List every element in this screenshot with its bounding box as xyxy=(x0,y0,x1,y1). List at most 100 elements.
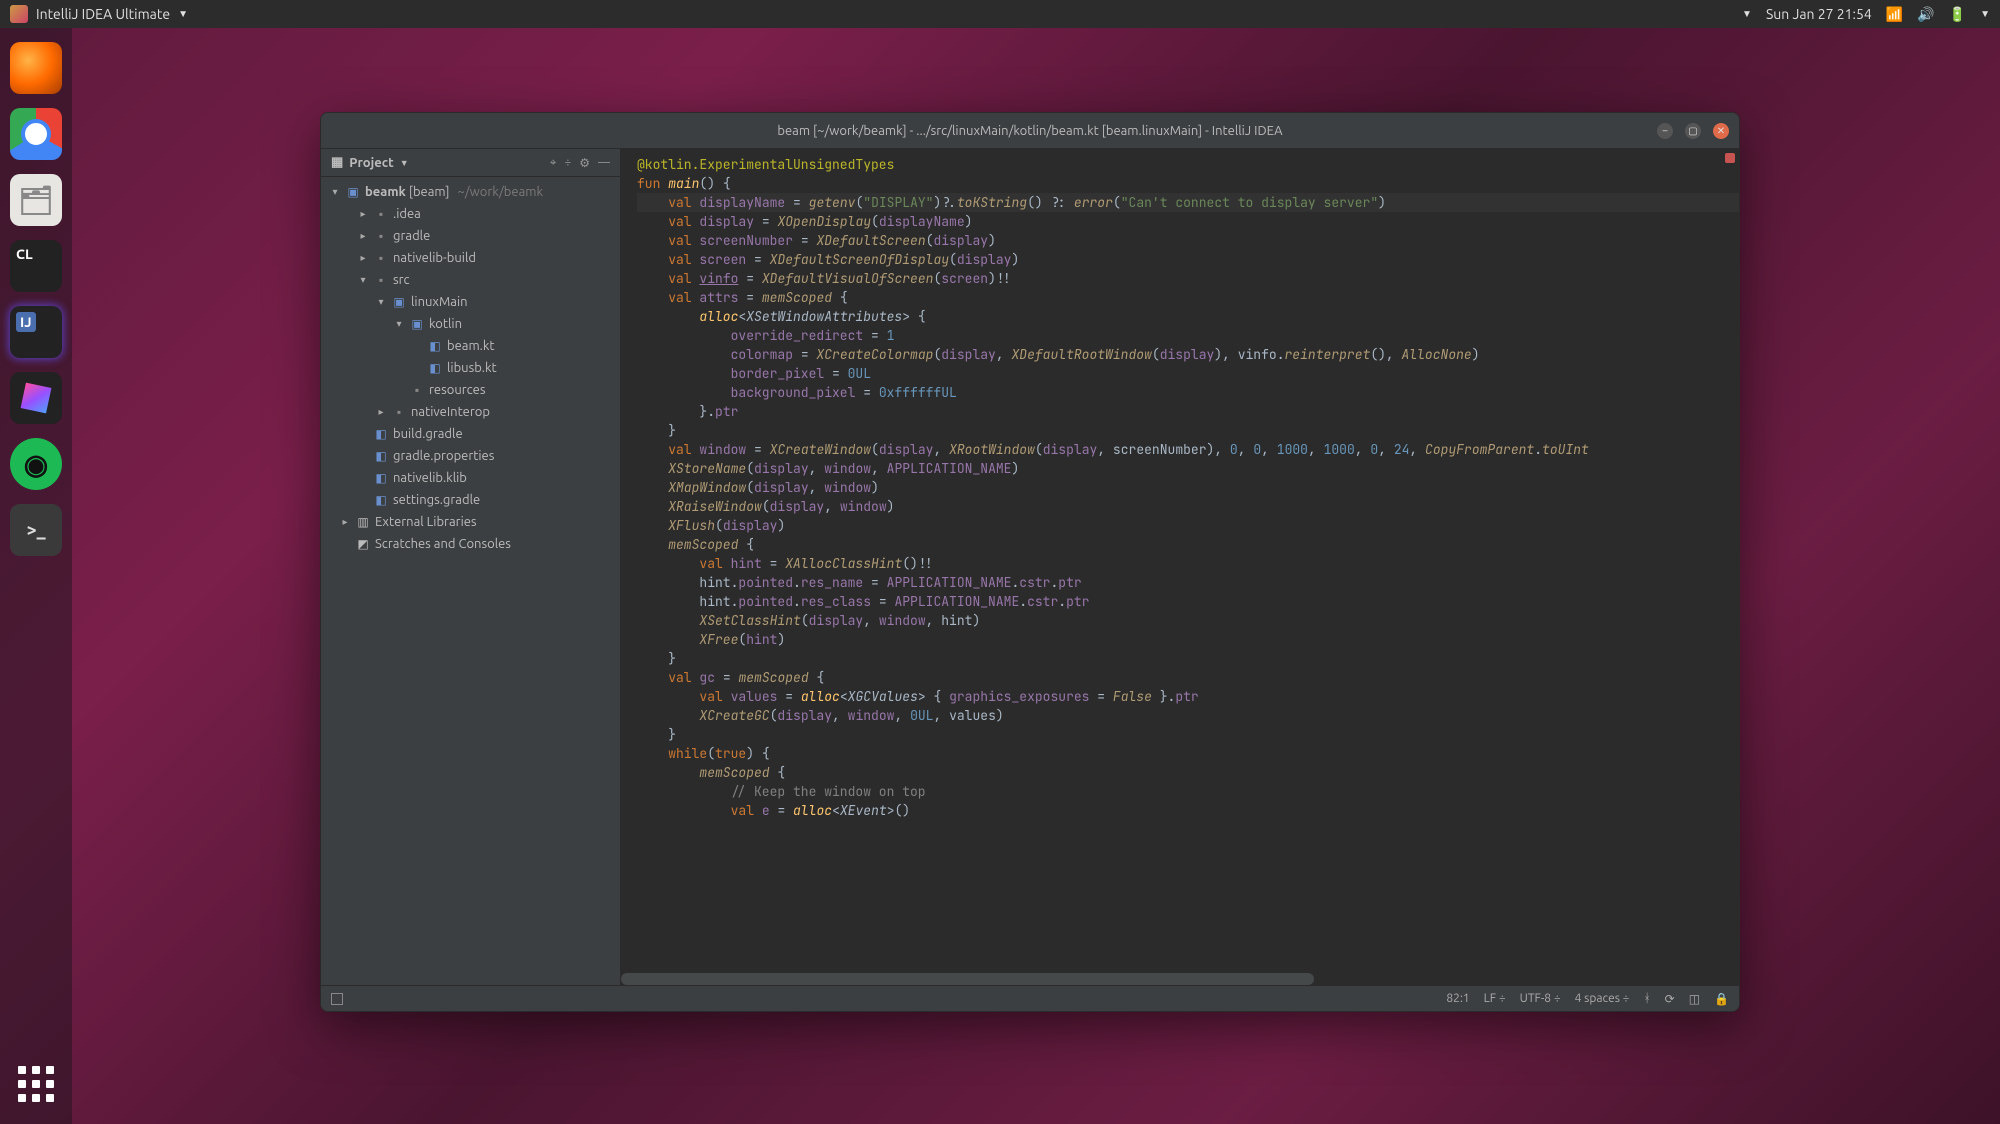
tree-root[interactable]: ▾ ▣ beamk [beam] ~/work/beamk xyxy=(321,181,620,203)
tree-node[interactable]: ◧libusb.kt xyxy=(321,357,620,379)
window-titlebar[interactable]: beam [~/work/beamk] - .../src/linuxMain/… xyxy=(321,113,1739,149)
code-line[interactable]: val display = XOpenDisplay(displayName) xyxy=(637,212,1739,231)
tree-node[interactable]: ▸▥External Libraries xyxy=(321,511,620,533)
volume-icon[interactable]: 🔊 xyxy=(1917,6,1934,23)
dock-clion-icon[interactable] xyxy=(10,240,62,292)
chevron-icon[interactable]: ▸ xyxy=(339,516,351,528)
collapse-icon[interactable]: ÷ xyxy=(565,156,572,170)
tree-node[interactable]: ◩Scratches and Consoles xyxy=(321,533,620,555)
maximize-button[interactable]: ▢ xyxy=(1685,123,1701,139)
chevron-down-icon[interactable]: ▼ xyxy=(400,158,409,168)
minimize-button[interactable]: – xyxy=(1657,123,1673,139)
tree-node[interactable]: ▾▣linuxMain xyxy=(321,291,620,313)
code-line[interactable]: XRaiseWindow(display, window) xyxy=(637,497,1739,516)
code-line[interactable]: memScoped { xyxy=(637,535,1739,554)
chevron-icon[interactable]: ▸ xyxy=(375,406,387,418)
chevron-icon[interactable]: ▸ xyxy=(357,230,369,242)
code-line[interactable]: val vinfo = XDefaultVisualOfScreen(scree… xyxy=(637,269,1739,288)
code-line[interactable]: memScoped { xyxy=(637,763,1739,782)
chevron-icon[interactable]: ▸ xyxy=(357,208,369,220)
inspections-icon[interactable]: ◫ xyxy=(1689,992,1700,1006)
dock-chrome-icon[interactable] xyxy=(10,108,62,160)
code-line[interactable]: val values = alloc<XGCValues> { graphics… xyxy=(637,687,1739,706)
tree-node[interactable]: ◧build.gradle xyxy=(321,423,620,445)
lock-icon[interactable]: 🔒 xyxy=(1714,992,1729,1006)
chevron-icon[interactable]: ▾ xyxy=(357,274,369,286)
caret-position[interactable]: 82:1 xyxy=(1446,992,1469,1005)
git-icon[interactable]: ᚼ xyxy=(1643,992,1650,1005)
code-line[interactable]: val e = alloc<XEvent>() xyxy=(637,801,1739,820)
clock-label[interactable]: Sun Jan 27 21:54 xyxy=(1766,6,1872,22)
code-line[interactable]: XCreateGC(display, window, 0UL, values) xyxy=(637,706,1739,725)
code-editor[interactable]: @kotlin.ExperimentalUnsignedTypesfun mai… xyxy=(621,149,1739,985)
dock-spotify-icon[interactable]: ◉ xyxy=(10,438,62,490)
code-line[interactable]: XStoreName(display, window, APPLICATION_… xyxy=(637,459,1739,478)
close-button[interactable]: ✕ xyxy=(1713,123,1729,139)
code-line[interactable]: override_redirect = 1 xyxy=(637,326,1739,345)
gear-icon[interactable]: ⚙ xyxy=(579,156,590,170)
chevron-icon[interactable]: ▸ xyxy=(357,252,369,264)
tree-node[interactable]: ▸▪.idea xyxy=(321,203,620,225)
indent-setting[interactable]: 4 spaces ÷ xyxy=(1575,992,1630,1005)
code-line[interactable]: fun main() { xyxy=(637,174,1739,193)
code-line[interactable]: colormap = XCreateColormap(display, XDef… xyxy=(637,345,1739,364)
app-menu-label[interactable]: IntelliJ IDEA Ultimate xyxy=(36,6,170,22)
code-line[interactable]: hint.pointed.res_name = APPLICATION_NAME… xyxy=(637,573,1739,592)
tree-node[interactable]: ▾▣kotlin xyxy=(321,313,620,335)
tree-node[interactable]: ◧settings.gradle xyxy=(321,489,620,511)
dock-toolbox-icon[interactable] xyxy=(10,372,62,424)
code-line[interactable]: } xyxy=(637,421,1739,440)
project-panel-header[interactable]: ▦Project ▼ ⌖ ÷ ⚙ — xyxy=(321,149,620,177)
code-line[interactable]: }.ptr xyxy=(637,402,1739,421)
tree-node[interactable]: ◧gradle.properties xyxy=(321,445,620,467)
code-line[interactable]: XSetClassHint(display, window, hint) xyxy=(637,611,1739,630)
code-line[interactable]: border_pixel = 0UL xyxy=(637,364,1739,383)
code-line[interactable]: val displayName = getenv("DISPLAY")?.toK… xyxy=(637,193,1739,212)
chevron-icon[interactable]: ▾ xyxy=(375,296,387,308)
code-line[interactable]: while(true) { xyxy=(637,744,1739,763)
line-separator[interactable]: LF ÷ xyxy=(1484,992,1506,1005)
project-tree[interactable]: ▾ ▣ beamk [beam] ~/work/beamk ▸▪.idea▸▪g… xyxy=(321,177,620,985)
tree-node[interactable]: ▾▪src xyxy=(321,269,620,291)
tree-node[interactable]: ▪resources xyxy=(321,379,620,401)
code-line[interactable]: hint.pointed.res_class = APPLICATION_NAM… xyxy=(637,592,1739,611)
locate-icon[interactable]: ⌖ xyxy=(550,156,557,170)
chevron-down-icon[interactable]: ▾ xyxy=(329,186,341,198)
dock-firefox-icon[interactable] xyxy=(10,42,62,94)
code-line[interactable]: XFree(hint) xyxy=(637,630,1739,649)
dock-files-icon[interactable]: 🗂 xyxy=(10,174,62,226)
error-stripe-icon[interactable] xyxy=(1725,153,1735,163)
code-line[interactable]: alloc<XSetWindowAttributes> { xyxy=(637,307,1739,326)
tool-window-toggle-icon[interactable] xyxy=(331,993,343,1005)
tree-node[interactable]: ◧beam.kt xyxy=(321,335,620,357)
code-line[interactable]: @kotlin.ExperimentalUnsignedTypes xyxy=(637,155,1739,174)
horizontal-scrollbar[interactable] xyxy=(621,973,1314,985)
tree-node[interactable]: ▸▪gradle xyxy=(321,225,620,247)
dock-intellij-icon[interactable] xyxy=(10,306,62,358)
code-line[interactable]: val gc = memScoped { xyxy=(637,668,1739,687)
code-line[interactable]: background_pixel = 0xffffffUL xyxy=(637,383,1739,402)
code-line[interactable]: val hint = XAllocClassHint()!! xyxy=(637,554,1739,573)
code-line[interactable]: } xyxy=(637,649,1739,668)
code-line[interactable]: XMapWindow(display, window) xyxy=(637,478,1739,497)
battery-icon[interactable]: 🔋 xyxy=(1949,6,1966,23)
code-line[interactable]: val window = XCreateWindow(display, XRoo… xyxy=(637,440,1739,459)
code-line[interactable]: val screen = XDefaultScreenOfDisplay(dis… xyxy=(637,250,1739,269)
code-line[interactable]: val attrs = memScoped { xyxy=(637,288,1739,307)
tree-node[interactable]: ▸▪nativelib-build xyxy=(321,247,620,269)
chevron-down-icon[interactable]: ▼ xyxy=(1980,8,1990,20)
code-line[interactable]: val screenNumber = XDefaultScreen(displa… xyxy=(637,231,1739,250)
chevron-down-icon[interactable]: ▼ xyxy=(1742,8,1752,20)
sync-icon[interactable]: ⟳ xyxy=(1665,992,1675,1006)
code-line[interactable]: } xyxy=(637,725,1739,744)
chevron-icon[interactable]: ▾ xyxy=(393,318,405,330)
file-encoding[interactable]: UTF-8 ÷ xyxy=(1520,992,1561,1005)
code-line[interactable]: // Keep the window on top xyxy=(637,782,1739,801)
hide-icon[interactable]: — xyxy=(598,156,610,170)
tree-node[interactable]: ▸▪nativeInterop xyxy=(321,401,620,423)
show-applications-icon[interactable] xyxy=(10,1058,62,1110)
tree-node[interactable]: ◧nativelib.klib xyxy=(321,467,620,489)
code-line[interactable]: XFlush(display) xyxy=(637,516,1739,535)
dock-terminal-icon[interactable]: >_ xyxy=(10,504,62,556)
wifi-icon[interactable]: 📶 xyxy=(1886,6,1903,23)
